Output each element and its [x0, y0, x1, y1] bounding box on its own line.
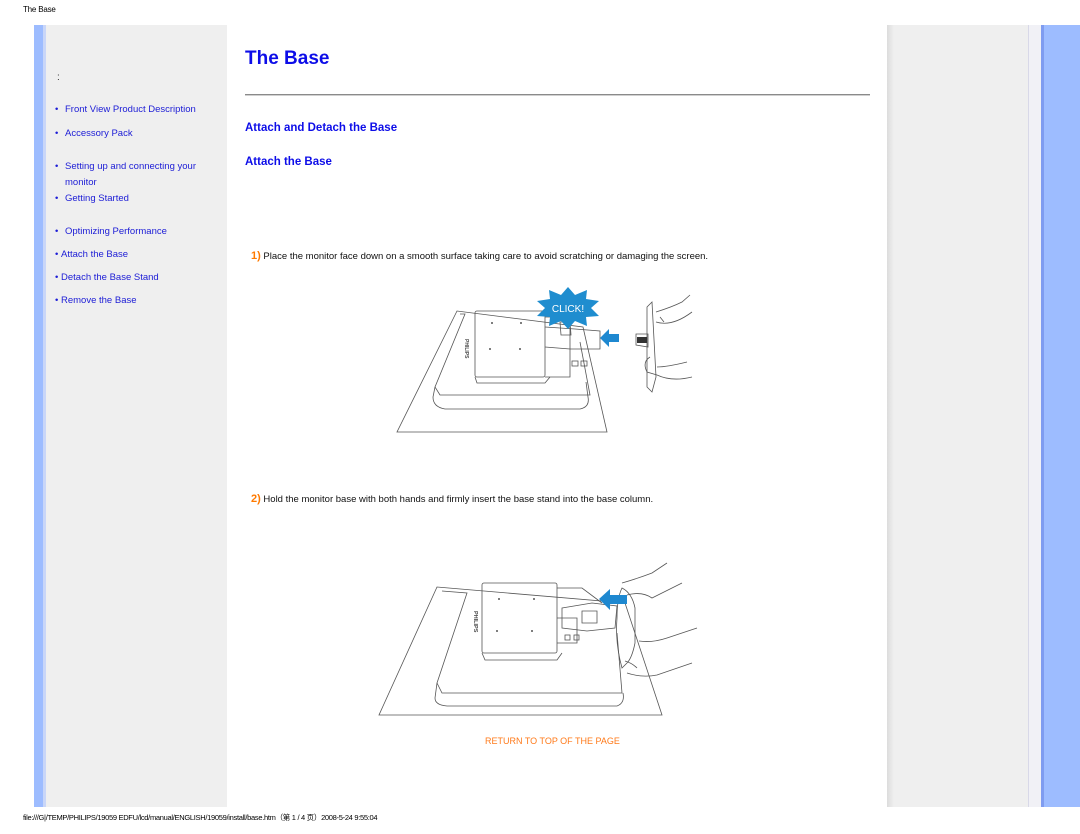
- right-decorative-stripe: [1041, 25, 1080, 807]
- sidebar-item-label: Getting Started: [65, 193, 129, 204]
- step-text: Place the monitor face down on a smooth …: [260, 251, 709, 262]
- step-number: 2): [251, 493, 261, 505]
- section-heading: Attach and Detach the Base: [245, 122, 398, 134]
- arrow-left-icon: [600, 329, 619, 347]
- sidebar-item-label-line2: monitor: [65, 177, 97, 188]
- monitor-back-plate: [481, 582, 558, 654]
- sidebar-item-setting-up[interactable]: • Setting up and connecting your monitor: [55, 159, 196, 191]
- sidebar-item-accessory-pack[interactable]: • Accessory Pack: [55, 126, 133, 142]
- step-1: 1) Place the monitor face down on a smoo…: [251, 250, 708, 262]
- step-number: 1): [251, 250, 261, 262]
- bullet-icon: •: [55, 128, 59, 139]
- hand-lower-icon: [644, 356, 693, 380]
- bullet-icon: •: [55, 193, 59, 204]
- sidebar-item-label: Accessory Pack: [65, 128, 133, 139]
- sidebar-nav: : • Front View Product Description • Acces…: [46, 25, 227, 807]
- return-to-top-link[interactable]: RETURN TO TOP OF THE PAGE: [485, 736, 620, 746]
- figure-insert-base-stand: PHILIPS: [378, 562, 698, 716]
- step-2: 2) Hold the monitor base with both hands…: [251, 493, 653, 505]
- sidebar-item-getting-started[interactable]: • Getting Started: [55, 191, 129, 207]
- click-badge-text: CLICK!: [552, 304, 584, 315]
- right-panel: [887, 25, 1029, 807]
- sidebar-item-label: Remove the Base: [61, 295, 137, 306]
- page-title: The Base: [245, 48, 330, 69]
- bullet-icon: •: [55, 104, 59, 115]
- brand-label: PHILIPS: [472, 611, 478, 633]
- hand-upper-icon: [655, 294, 693, 324]
- sidebar-item-label: Attach the Base: [61, 249, 129, 260]
- sidebar-item-detach-base-stand[interactable]: • Detach the Base Stand: [55, 270, 159, 286]
- right-stripe-edge: [1041, 25, 1044, 807]
- brand-label: PHILIPS: [463, 339, 469, 359]
- sidebar-item-attach-base[interactable]: • Attach the Base: [55, 247, 128, 263]
- sidebar-item-label: Front View Product Description: [65, 104, 196, 115]
- right-gap: [1029, 25, 1041, 807]
- step-text: Hold the monitor base with both hands an…: [260, 494, 654, 505]
- bullet-icon: •: [55, 226, 59, 237]
- divider: [245, 94, 870, 96]
- sidebar-item-label: Setting up and connecting your: [65, 161, 196, 172]
- page-header-title: The Base: [23, 5, 56, 14]
- hand-upper-icon: [621, 562, 683, 599]
- sidebar-item-front-view[interactable]: • Front View Product Description: [55, 102, 196, 118]
- sidebar-item-label: Detach the Base Stand: [61, 272, 159, 283]
- subsection-heading: Attach the Base: [245, 156, 332, 168]
- arrow-left-icon: [599, 589, 627, 610]
- surface-outline: [378, 586, 663, 716]
- main-content: The Base Attach and Detach the Base Atta…: [227, 25, 887, 807]
- sidebar-item-remove-base[interactable]: • Remove the Base: [55, 293, 137, 309]
- right-panel-shadow: [887, 25, 894, 807]
- sidebar-item-label: Optimizing Performance: [65, 226, 167, 237]
- figure-hands-holding-column: [635, 294, 693, 393]
- left-decorative-stripe: [34, 25, 43, 807]
- bullet-icon: •: [55, 161, 59, 172]
- page-footer-path: file:///G|/TEMP/PHILIPS/19059 EDFU/lcd/m…: [23, 813, 378, 822]
- sidebar-item-optimizing-performance[interactable]: • Optimizing Performance: [55, 224, 167, 240]
- figure-attach-base-click: PHILIPS CLICK!: [396, 287, 619, 433]
- sidebar-colon: :: [57, 72, 60, 83]
